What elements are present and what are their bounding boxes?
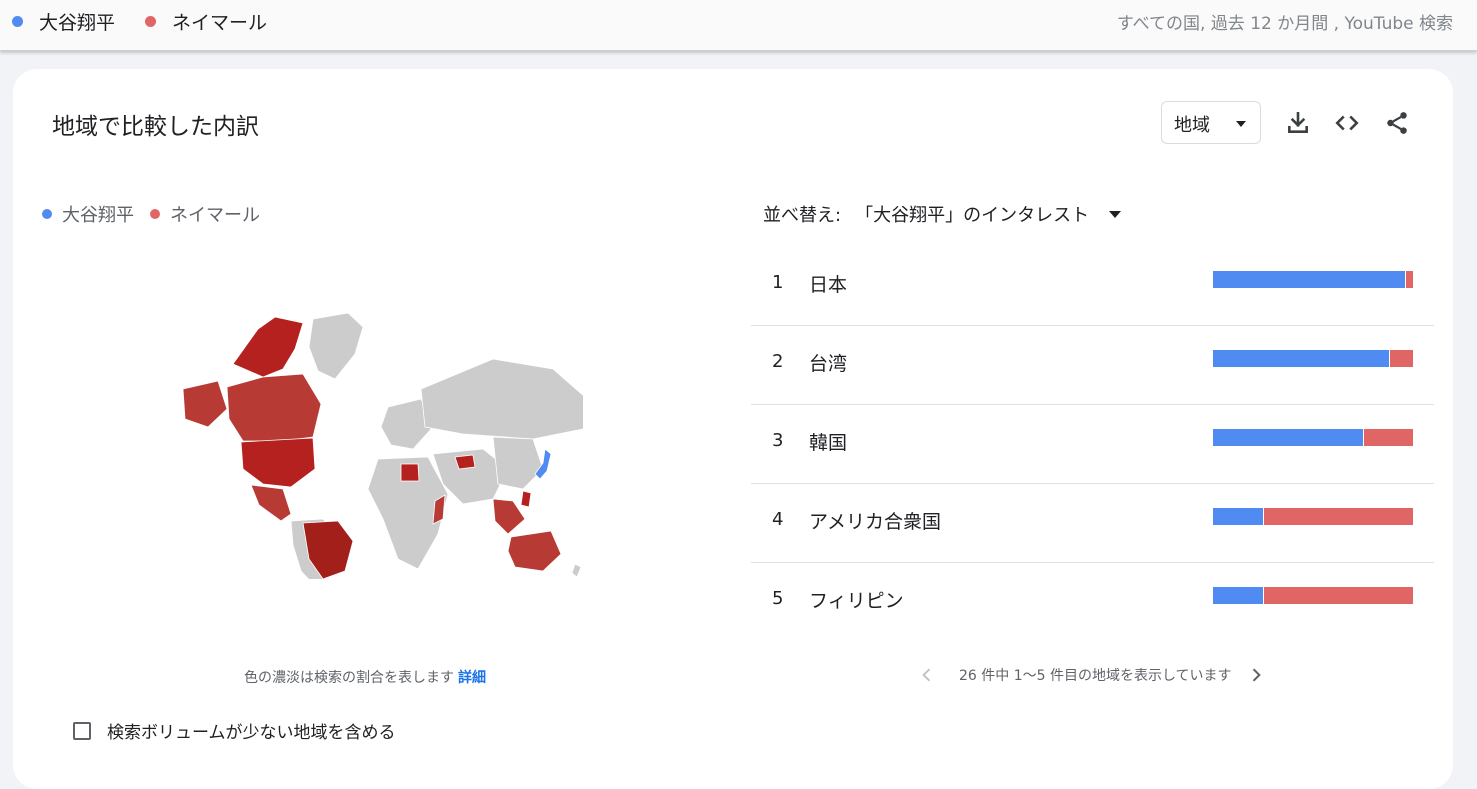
legend-label-neymar: ネイマール	[172, 12, 268, 34]
card-title: 地域で比較した内訳	[52, 114, 259, 140]
download-icon[interactable]	[1285, 110, 1311, 136]
region-breakdown-card: 地域で比較した内訳 地域 大谷翔平 ネイマール 色の濃淡は検索の割合を表します …	[13, 69, 1453, 789]
share-bar-ohtani	[1213, 271, 1405, 288]
share-bar-neymar	[1406, 271, 1413, 288]
low-volume-label: 検索ボリュームが少ない地域を含める	[107, 723, 396, 743]
list-item[interactable]: 2 台湾	[751, 326, 1434, 405]
country-name: アメリカ合衆国	[809, 511, 942, 533]
sort-dropdown[interactable]: 並べ替え: 「大谷翔平」のインタレスト	[763, 201, 1122, 227]
region-list: 1 日本 2 台湾 3 韓国 4 アメリカ合衆国 5 フィリピン	[751, 247, 1434, 641]
top-legend-bar: 大谷翔平 ネイマール すべての国, 過去 12 か月間 , YouTube 検索	[0, 0, 1477, 51]
top-legend: 大谷翔平 ネイマール	[12, 8, 297, 35]
chevron-right-icon[interactable]	[1246, 665, 1266, 685]
rank: 3	[772, 430, 784, 451]
region-select-value: 地域	[1174, 115, 1210, 136]
map-region-libya[interactable]	[400, 463, 420, 482]
map-caption: 色の濃淡は検索の割合を表します 詳細	[244, 667, 486, 687]
pager-text: 26 件中 1～5 件目の地域を表示しています	[959, 668, 1232, 684]
map-region-mexico[interactable]	[250, 484, 292, 522]
low-volume-row[interactable]: 検索ボリュームが少ない地域を含める	[73, 718, 396, 743]
map-legend: 大谷翔平 ネイマール	[42, 201, 276, 227]
details-link[interactable]: 詳細	[458, 670, 486, 686]
share-icon[interactable]	[1384, 110, 1410, 136]
share-bar	[1213, 350, 1413, 367]
share-bar-ohtani	[1213, 587, 1263, 604]
share-bar	[1213, 271, 1413, 288]
embed-code-icon[interactable]	[1334, 110, 1360, 136]
list-item[interactable]: 4 アメリカ合衆国	[751, 484, 1434, 563]
list-item[interactable]: 1 日本	[751, 247, 1434, 326]
map-region-russia[interactable]	[420, 358, 583, 440]
legend-dot-ohtani	[12, 16, 23, 27]
sort-value: 「大谷翔平」のインタレスト	[855, 205, 1090, 226]
pager: 26 件中 1～5 件目の地域を表示しています	[917, 665, 1266, 685]
map-region-new-zealand[interactable]	[571, 563, 582, 578]
legend-dot-neymar	[145, 16, 157, 27]
share-bar-neymar	[1390, 350, 1413, 367]
rank: 2	[772, 351, 784, 372]
rank: 4	[772, 509, 784, 530]
map-region-se-asia[interactable]	[492, 498, 526, 535]
low-volume-checkbox[interactable]	[73, 721, 91, 740]
share-bar-ohtani	[1213, 350, 1389, 367]
map-caption-text: 色の濃淡は検索の割合を表します	[244, 670, 454, 686]
country-name: 台湾	[809, 353, 848, 375]
map-region-canada[interactable]	[226, 373, 322, 442]
map-legend-label-ohtani: 大谷翔平	[62, 205, 134, 226]
map-region-alaska[interactable]	[182, 380, 228, 428]
country-name: 日本	[809, 274, 848, 296]
map-legend-dot-neymar	[150, 209, 160, 219]
map-region-usa[interactable]	[240, 437, 316, 488]
list-item[interactable]: 5 フィリピン	[751, 563, 1434, 641]
share-bar	[1213, 429, 1413, 446]
share-bar-neymar	[1264, 508, 1413, 525]
map-legend-dot-ohtani	[42, 209, 52, 219]
share-bar-neymar	[1364, 429, 1413, 446]
share-bar-ohtani	[1213, 508, 1263, 525]
rank: 5	[772, 588, 784, 609]
share-bar-neymar	[1264, 587, 1413, 604]
caret-down-icon	[1109, 210, 1122, 218]
region-select[interactable]: 地域	[1161, 101, 1261, 144]
caret-down-icon	[1236, 121, 1246, 127]
share-bar	[1213, 587, 1413, 604]
country-name: 韓国	[809, 432, 848, 454]
country-name: フィリピン	[809, 590, 904, 612]
map-region-east-asia[interactable]	[492, 436, 544, 490]
rank: 1	[772, 272, 784, 293]
share-bar	[1213, 508, 1413, 525]
sort-label: 並べ替え:	[763, 205, 842, 226]
map-region-south-asia-red[interactable]	[454, 454, 476, 470]
list-item[interactable]: 3 韓国	[751, 405, 1434, 484]
map-region-canada-arctic[interactable]	[232, 316, 304, 378]
map-legend-label-neymar: ネイマール	[170, 205, 260, 226]
map-region-philippines[interactable]	[520, 490, 532, 508]
filter-summary[interactable]: すべての国, 過去 12 か月間 , YouTube 検索	[1117, 9, 1453, 34]
world-map[interactable]	[163, 309, 583, 579]
share-bar-ohtani	[1213, 429, 1363, 446]
map-region-australia[interactable]	[507, 530, 562, 572]
chevron-left-icon[interactable]	[917, 665, 937, 685]
legend-label-ohtani: 大谷翔平	[39, 12, 116, 34]
map-region-greenland[interactable]	[308, 312, 364, 380]
